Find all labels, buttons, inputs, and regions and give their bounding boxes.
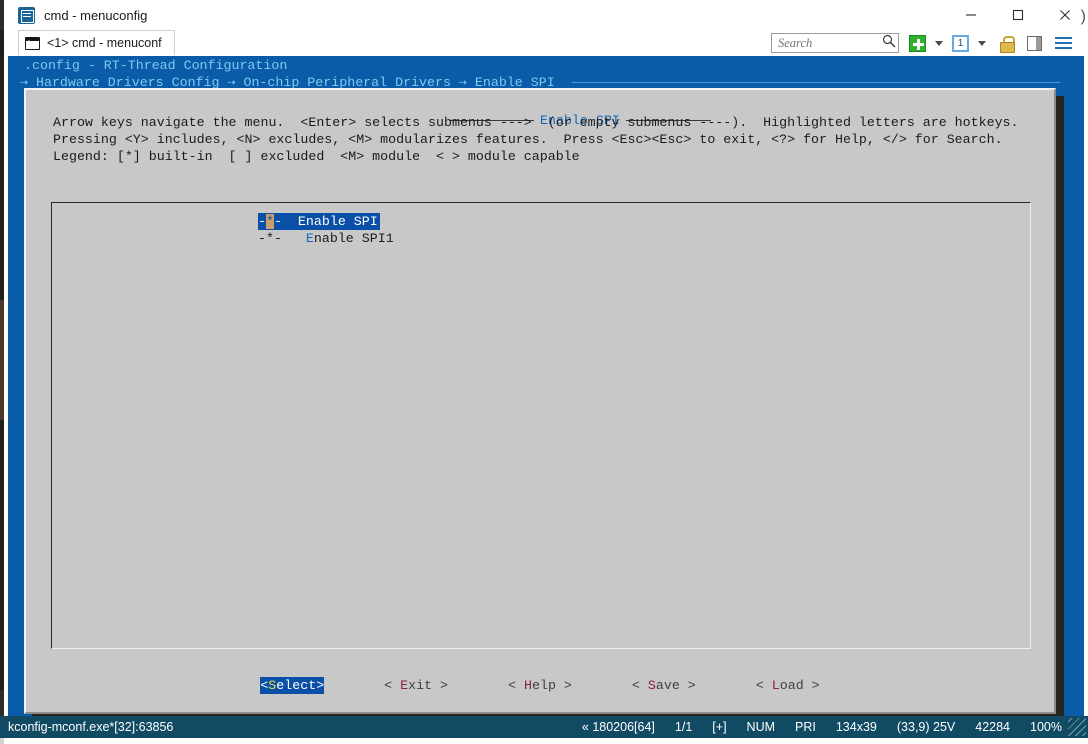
new-console-dropdown[interactable] (930, 32, 948, 54)
item-marker-right: - (274, 231, 282, 246)
btn-close: > (804, 678, 820, 693)
main-window: cmd - menuconfig <1> cmd - menuconf (4, 0, 1088, 744)
split-pane-icon (1027, 36, 1042, 51)
console-icon (25, 37, 40, 50)
exit-button[interactable]: < Exit > (384, 677, 448, 694)
select-button[interactable]: <Select> (260, 677, 324, 694)
btn-text: ave (656, 678, 680, 693)
btn-text: xit (408, 678, 432, 693)
btn-hotkey: H (524, 678, 532, 693)
item-marker-right: - (274, 214, 282, 229)
lock-icon (1000, 36, 1013, 51)
btn-hotkey: S (648, 678, 656, 693)
active-console-dropdown[interactable] (973, 32, 991, 54)
tab-label: <1> cmd - menuconf (47, 36, 162, 50)
lock-button[interactable] (995, 32, 1018, 54)
load-button[interactable]: < Load > (756, 677, 820, 694)
btn-open: < (632, 678, 648, 693)
item-marker-star: * (266, 231, 274, 246)
split-pane-button[interactable] (1022, 32, 1047, 54)
menu-listbox[interactable]: -*- Enable SPI -*- Enable SPI1 (51, 202, 1031, 649)
help-line-1: Arrow keys navigate the menu. <Enter> se… (53, 115, 1019, 130)
item-hotkey: E (306, 231, 314, 246)
help-button[interactable]: < Help > (508, 677, 572, 694)
minimize-icon[interactable] (947, 0, 994, 30)
btn-close: > (432, 678, 448, 693)
btn-open: < (384, 678, 400, 693)
item-indent (282, 231, 306, 246)
btn-hotkey: E (400, 678, 408, 693)
active-console-button[interactable]: 1 (952, 32, 969, 54)
list-item[interactable]: -*- Enable SPI1 (258, 230, 394, 247)
search-icon[interactable] (882, 34, 896, 53)
terminal-surface[interactable]: .config - RT-Thread Configuration ⇢ Hard… (8, 56, 1084, 716)
search-box[interactable] (771, 33, 899, 53)
menu-icon (1055, 37, 1072, 50)
item-marker-left: - (258, 214, 266, 229)
btn-close: > (680, 678, 696, 693)
resize-grip[interactable] (1068, 718, 1086, 736)
help-text: Arrow keys navigate the menu. <Enter> se… (53, 114, 1019, 165)
menuconfig-dialog: Enable SPI Arrow keys navigate the menu.… (24, 88, 1056, 714)
btn-hotkey: L (772, 678, 780, 693)
btn-close: > (316, 678, 324, 693)
status-memory: 42284 (975, 720, 1010, 734)
status-cursor: (33,9) 25V (897, 720, 955, 734)
chevron-down-icon (935, 41, 943, 46)
status-pages: 1/1 (675, 720, 692, 734)
status-build: « 180206[64] (582, 720, 655, 734)
title-bar: cmd - menuconfig (4, 0, 1088, 30)
window-title: cmd - menuconfig (44, 8, 947, 23)
dialog-buttons: <Select> < Exit > < Help > < Save > < Lo… (26, 677, 1054, 694)
status-pri: PRI (795, 720, 816, 734)
overflow-indicator: ) (1081, 8, 1086, 26)
btn-text: elp (532, 678, 556, 693)
tab-cmd-menuconf[interactable]: <1> cmd - menuconf (18, 30, 175, 55)
config-title: .config - RT-Thread Configuration (24, 57, 287, 74)
item-indent (282, 214, 290, 229)
maximize-icon[interactable] (994, 0, 1041, 30)
new-console-button[interactable] (909, 32, 926, 54)
btn-text: oad (780, 678, 804, 693)
status-process: kconfig-mconf.exe*[32]:63856 (8, 720, 173, 734)
status-num: NUM (747, 720, 775, 734)
chevron-down-icon (978, 41, 986, 46)
new-console-icon (909, 35, 926, 52)
help-line-3: Legend: [*] built-in [ ] excluded <M> mo… (53, 149, 580, 164)
list-item[interactable]: -*- Enable SPI (258, 213, 380, 230)
btn-open: < (756, 678, 772, 693)
toolbar: 1 (771, 30, 1088, 56)
status-bar: kconfig-mconf.exe*[32]:63856 « 180206[64… (0, 716, 1088, 738)
window-controls (947, 0, 1088, 30)
status-zoom: 100% (1030, 720, 1062, 734)
status-size: 134x39 (836, 720, 877, 734)
status-right-group: « 180206[64] 1/1 [+] NUM PRI 134x39 (33,… (582, 720, 1088, 734)
save-button[interactable]: < Save > (632, 677, 696, 694)
btn-close: > (556, 678, 572, 693)
screen: 捕 Legend: [*] built-in [ ] excluded <M> … (0, 0, 1088, 744)
item-label: Enable SPI (298, 214, 378, 229)
help-line-2: Pressing <Y> includes, <N> excludes, <M>… (53, 132, 1003, 147)
btn-text: elect (276, 678, 316, 693)
search-input[interactable] (778, 36, 882, 51)
tab-strip: <1> cmd - menuconf (4, 30, 1088, 56)
menu-button[interactable] (1051, 32, 1078, 54)
item-label: nable SPI1 (314, 231, 394, 246)
active-console-icon: 1 (952, 35, 969, 52)
status-expand: [+] (712, 720, 726, 734)
btn-open: < (508, 678, 524, 693)
item-cursor-block: * (266, 214, 274, 229)
item-marker-left: - (258, 231, 266, 246)
breadcrumb-rule (572, 82, 1060, 83)
terminal-icon (18, 7, 35, 24)
